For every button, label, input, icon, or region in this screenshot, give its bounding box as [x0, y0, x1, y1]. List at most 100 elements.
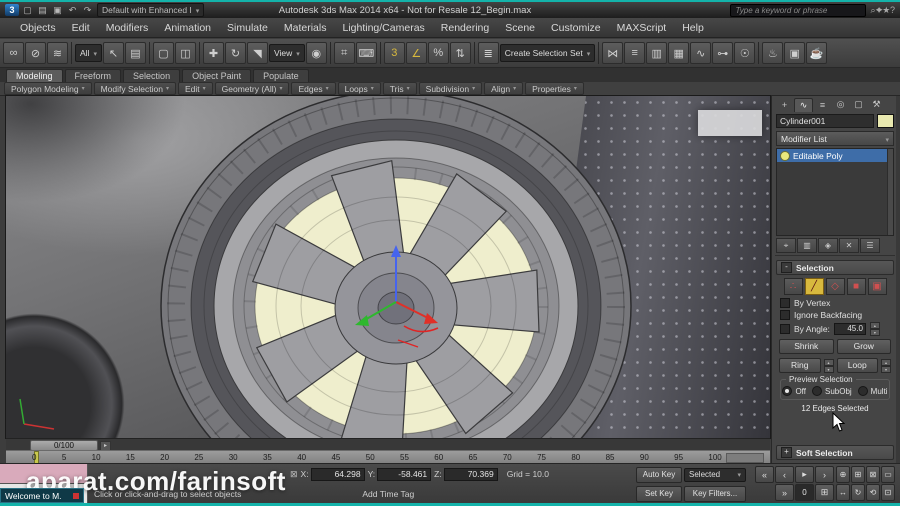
ribbon-section-loops[interactable]: Loops: [337, 82, 381, 95]
schematic-view-icon[interactable]: ⊶: [712, 42, 734, 64]
shrink-button[interactable]: Shrink: [779, 339, 834, 354]
selection-set-dropdown[interactable]: Selected: [684, 467, 746, 482]
checkbox-icon[interactable]: [780, 310, 790, 320]
ribbon-section-tris[interactable]: Tris: [382, 82, 417, 95]
element-mode-icon[interactable]: ▣: [867, 278, 887, 295]
zoom-icon[interactable]: ⊕: [836, 466, 850, 483]
stack-scrollbar[interactable]: [887, 149, 893, 235]
display-panel-tab[interactable]: ▢: [850, 98, 867, 111]
percent-snap-icon[interactable]: %: [427, 42, 449, 64]
arc-rotate-icon[interactable]: ⟲: [866, 484, 880, 501]
pin-stack-icon[interactable]: ⌖: [776, 238, 796, 253]
menu-customize[interactable]: Customize: [543, 18, 609, 38]
ribbon-section-edit[interactable]: Edit: [177, 82, 213, 95]
z-value-field[interactable]: 70.369: [443, 467, 498, 481]
menu-edit[interactable]: Edit: [64, 18, 98, 38]
redo-icon[interactable]: ↷: [81, 4, 94, 16]
checkbox-icon[interactable]: [780, 324, 790, 334]
wheel-3d-model[interactable]: [6, 96, 770, 438]
modifier-enabled-icon[interactable]: [780, 150, 790, 161]
zoom-region-icon[interactable]: ▭: [881, 466, 895, 483]
edit-named-selection-sets-icon[interactable]: ≣: [477, 42, 499, 64]
polygon-mode-icon[interactable]: ■: [846, 278, 866, 295]
go-to-start-icon[interactable]: «: [755, 466, 774, 483]
vertex-mode-icon[interactable]: ∴: [783, 278, 803, 295]
bind-to-space-warp-icon[interactable]: ≋: [47, 42, 68, 64]
stack-item-editable-poly[interactable]: Editable Poly: [777, 149, 893, 162]
welcome-close-icon[interactable]: [73, 492, 79, 499]
unlink-selection-icon[interactable]: ⊘: [25, 42, 46, 64]
menu-scene[interactable]: Scene: [497, 18, 543, 38]
by-vertex-row[interactable]: By Vertex: [775, 297, 895, 309]
material-editor-icon[interactable]: ☉: [734, 42, 756, 64]
preview-option-off[interactable]: Off: [782, 386, 806, 396]
checkbox-icon[interactable]: [780, 298, 790, 308]
snaps-toggle-icon[interactable]: 3: [383, 42, 405, 64]
open-file-icon[interactable]: ▤: [36, 4, 49, 16]
angle-spinner[interactable]: [869, 322, 880, 336]
next-frame-icon[interactable]: ›: [815, 466, 834, 483]
motion-panel-tab[interactable]: ◎: [832, 98, 849, 111]
create-panel-tab[interactable]: +: [776, 98, 793, 111]
maximize-viewport-icon[interactable]: ⊡: [881, 484, 895, 501]
utilities-panel-tab[interactable]: ⚒: [868, 98, 885, 111]
save-file-icon[interactable]: ▣: [51, 4, 64, 16]
named-selection-sets-dropdown[interactable]: Create Selection Set: [499, 44, 596, 62]
max-logo-icon[interactable]: 3: [5, 4, 19, 16]
layer-manager-icon[interactable]: ▥: [646, 42, 668, 64]
ribbon-section-edges[interactable]: Edges: [291, 82, 336, 95]
object-color-swatch[interactable]: [877, 114, 894, 128]
make-unique-icon[interactable]: ◈: [818, 238, 838, 253]
selection-filter-dropdown[interactable]: All: [75, 44, 102, 62]
modifier-stack[interactable]: Editable Poly: [776, 148, 894, 236]
undo-icon[interactable]: ↶: [66, 4, 79, 16]
angle-value-field[interactable]: 45.0: [833, 323, 866, 335]
menu-animation[interactable]: Animation: [156, 18, 219, 38]
menu-help[interactable]: Help: [674, 18, 712, 38]
pan-icon[interactable]: ↔: [836, 484, 850, 501]
select-object-icon[interactable]: ↖: [102, 42, 124, 64]
orbit-icon[interactable]: ↻: [851, 484, 865, 501]
search-input[interactable]: [730, 3, 867, 17]
menu-objects[interactable]: Objects: [12, 18, 64, 38]
time-slider[interactable]: 0/100 ▸: [6, 438, 770, 451]
angle-snap-icon[interactable]: ∠: [405, 42, 427, 64]
modify-panel-tab[interactable]: ∿: [794, 98, 813, 112]
key-filters-button[interactable]: Key Filters...: [684, 485, 746, 502]
rectangular-selection-region-icon[interactable]: ▢: [152, 42, 174, 64]
previous-frame-icon[interactable]: ‹: [775, 466, 794, 483]
ribbon-tab-modeling[interactable]: Modeling: [6, 69, 63, 82]
render-setup-icon[interactable]: ♨: [762, 42, 784, 64]
keyboard-override-icon[interactable]: ⌨: [355, 42, 377, 64]
show-end-result-icon[interactable]: ▥: [797, 238, 817, 253]
ribbon-section-polygon-modeling[interactable]: Polygon Modeling: [4, 82, 92, 95]
menu-modifiers[interactable]: Modifiers: [98, 18, 157, 38]
time-configuration-icon[interactable]: ⊞: [815, 484, 834, 501]
help-icon[interactable]: ?: [890, 5, 895, 15]
reference-coordinate-dropdown[interactable]: View: [268, 44, 305, 62]
select-and-rotate-icon[interactable]: ↻: [224, 42, 246, 64]
rendered-frame-window-icon[interactable]: ▣: [784, 42, 806, 64]
hierarchy-panel-tab[interactable]: ≡: [814, 98, 831, 111]
by-angle-row[interactable]: By Angle: 45.0: [775, 321, 895, 337]
transform-lock-icon[interactable]: [290, 469, 298, 480]
auto-key-button[interactable]: Auto Key: [636, 466, 682, 483]
select-and-move-icon[interactable]: ✚: [202, 42, 224, 64]
perspective-viewport[interactable]: [5, 95, 771, 439]
ignore-backfacing-row[interactable]: Ignore Backfacing: [775, 309, 895, 321]
ribbon-section-properties[interactable]: Properties: [525, 82, 584, 95]
render-production-icon[interactable]: ☕: [806, 42, 828, 64]
ring-spinner[interactable]: [823, 358, 834, 373]
preview-option-subobj[interactable]: SubObj: [811, 386, 852, 396]
align-icon[interactable]: ≡: [624, 42, 646, 64]
title-bar[interactable]: 3▢▤▣↶↷ Default with Enhanced I Autodesk …: [0, 2, 900, 18]
modifier-list-dropdown[interactable]: Modifier List: [776, 131, 894, 146]
ribbon-section-align[interactable]: Align: [484, 82, 524, 95]
loop-button[interactable]: Loop: [836, 358, 878, 373]
welcome-window-fragment[interactable]: Welcome to M.: [0, 488, 84, 503]
zoom-extents-icon[interactable]: ⊠: [866, 466, 880, 483]
menu-rendering[interactable]: Rendering: [433, 18, 497, 38]
use-pivot-point-icon[interactable]: ◉: [305, 42, 327, 64]
menu-maxscript[interactable]: MAXScript: [609, 18, 675, 38]
communication-center-icon[interactable]: ✦: [876, 5, 883, 15]
